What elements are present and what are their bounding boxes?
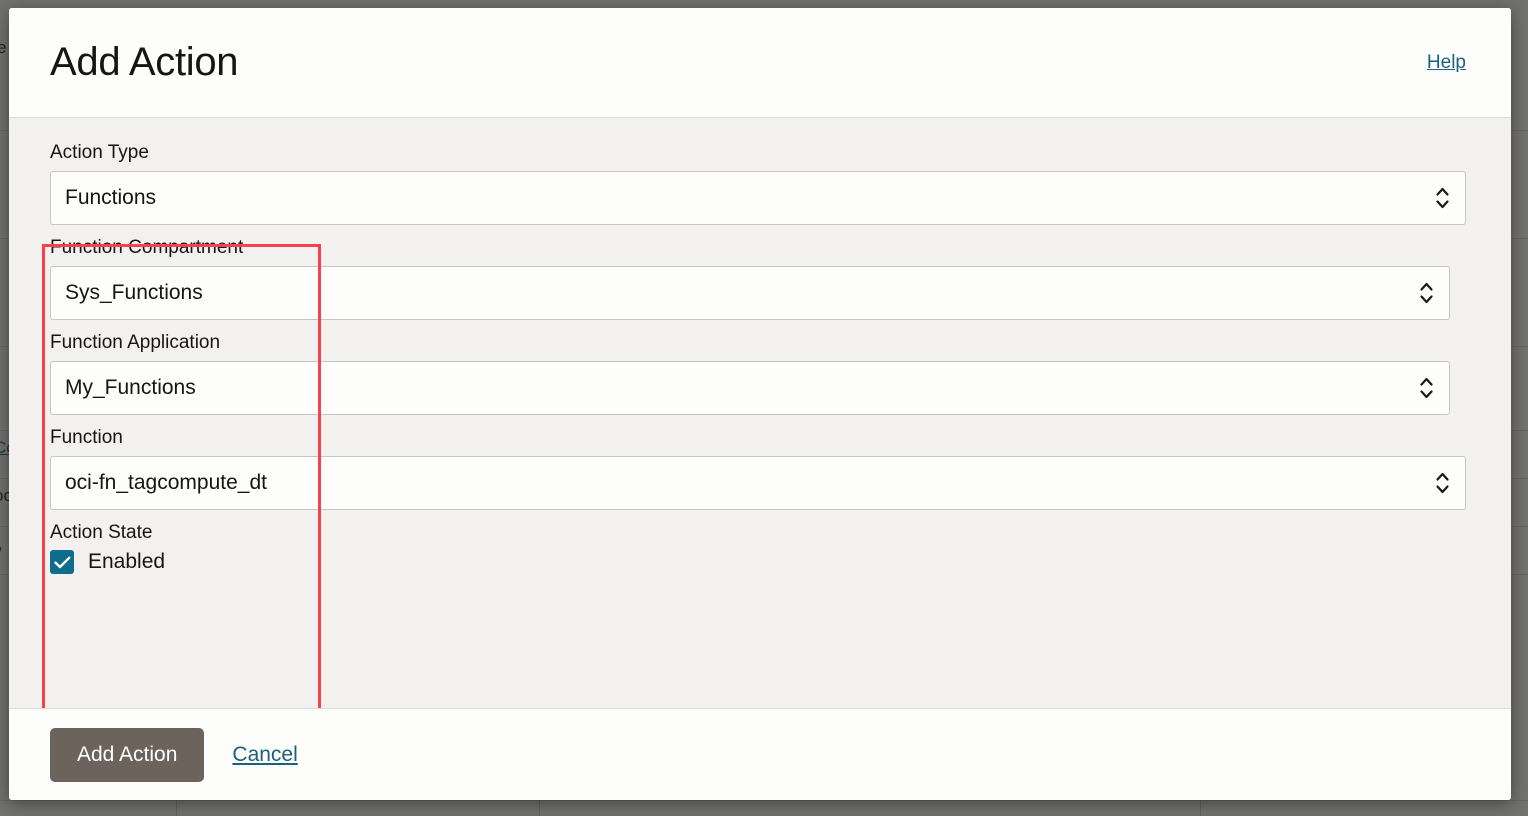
select-value: My_Functions [65,376,196,399]
action-state-label: Action State [50,522,153,543]
add-action-dialog: Add Action Help Action Type Functions Fu… [9,8,1511,800]
function-select[interactable]: oci-fn_tagcompute_dt [50,456,1466,510]
field-action-state: Action State Enabled [50,522,1466,574]
field-label: Action Type [50,142,149,163]
page-title: Add Action [50,40,239,84]
select-value: oci-fn_tagcompute_dt [65,471,267,494]
stepper-chevron-icon[interactable] [1433,468,1451,498]
field-function-compartment: Function Compartment Sys_Functions [50,237,1466,320]
cancel-link[interactable]: Cancel [232,743,297,767]
field-label: Function Compartment [50,237,244,258]
function-application-select[interactable]: My_Functions [50,361,1450,415]
enabled-checkbox-label: Enabled [88,550,166,573]
dialog-header: Add Action Help [9,8,1511,118]
dialog-footer: Add Action Cancel [9,708,1511,800]
enabled-checkbox[interactable] [50,550,74,574]
select-value: Sys_Functions [65,281,203,304]
action-state-row: Enabled [50,550,1466,574]
stepper-chevron-icon[interactable] [1417,278,1435,308]
function-compartment-select[interactable]: Sys_Functions [50,266,1450,320]
help-link[interactable]: Help [1427,52,1466,74]
field-label: Function Application [50,332,221,353]
stepper-chevron-icon[interactable] [1417,373,1435,403]
stepper-chevron-icon[interactable] [1433,183,1451,213]
field-function: Function oci-fn_tagcompute_dt [50,427,1466,510]
field-label: Function [50,427,123,448]
select-value: Functions [65,186,157,209]
dialog-body: Action Type Functions Function Compartme… [9,118,1511,708]
field-function-application: Function Application My_Functions [50,332,1466,415]
action-type-select[interactable]: Functions [50,171,1466,225]
field-action-type: Action Type Functions [50,142,1466,225]
add-action-button[interactable]: Add Action [50,727,205,782]
